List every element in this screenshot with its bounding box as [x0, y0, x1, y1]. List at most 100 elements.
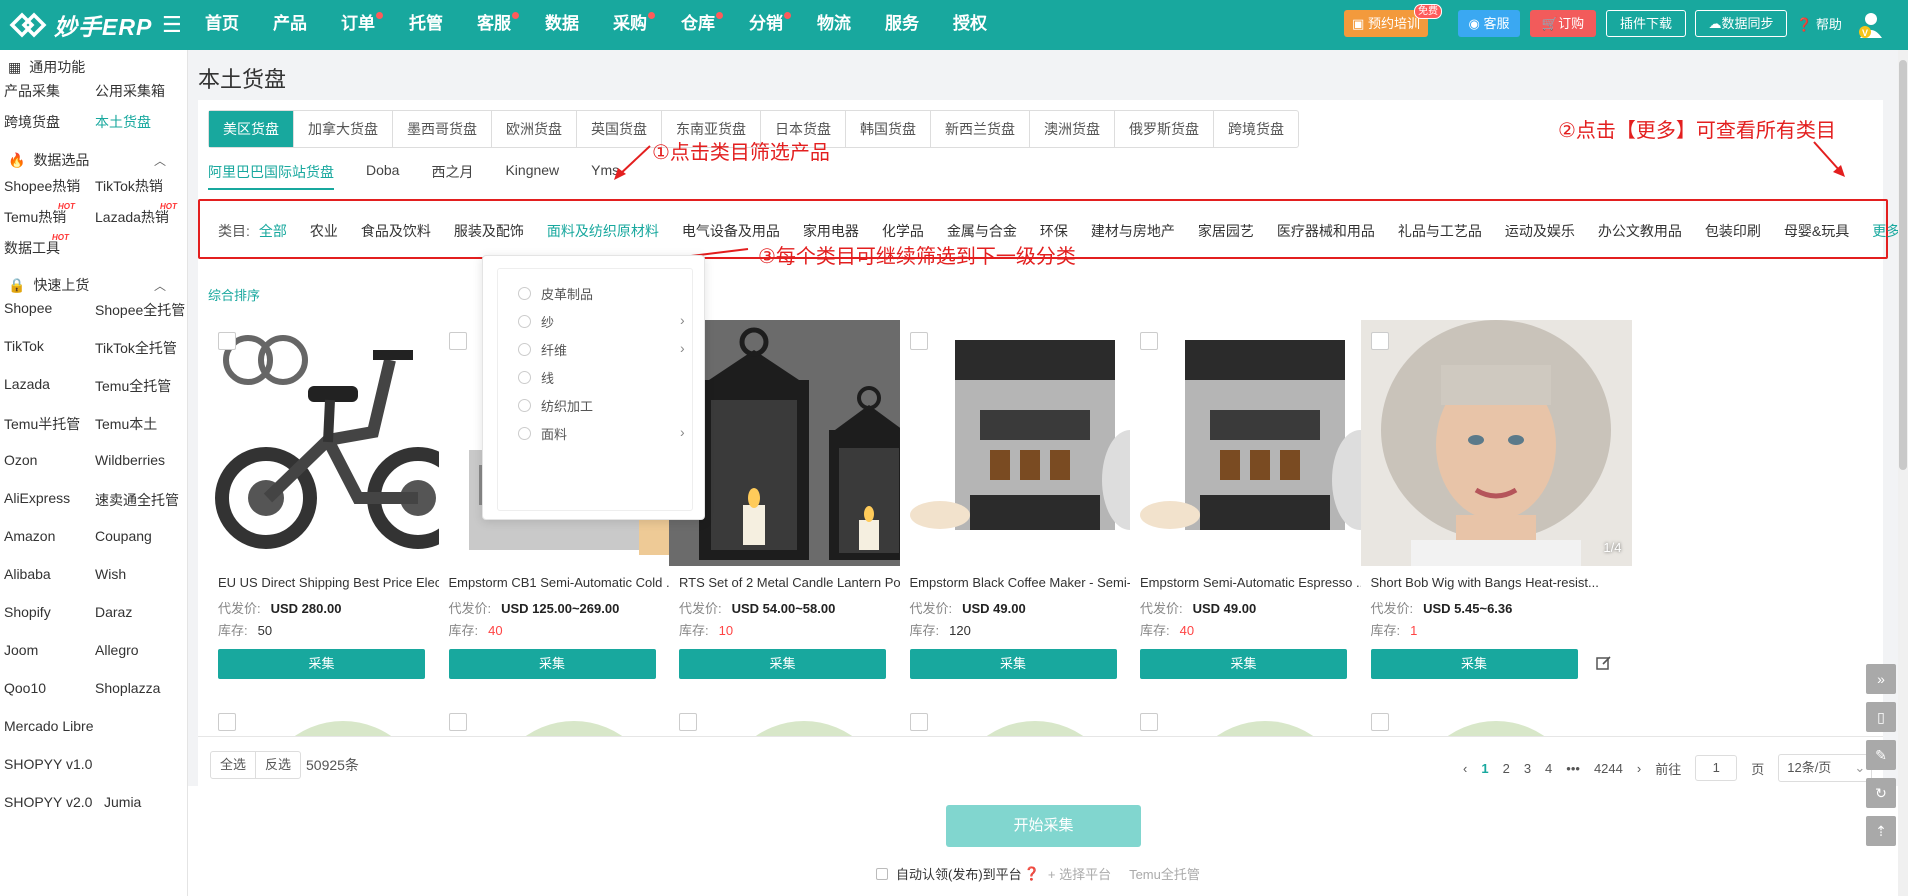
- sidebar-item[interactable]: Mercado Libre: [4, 718, 94, 734]
- sidebar-item[interactable]: Temu本土: [95, 414, 157, 434]
- page-scrollbar[interactable]: [1898, 50, 1908, 896]
- sidebar-item[interactable]: Shopee: [4, 300, 52, 316]
- nav-item[interactable]: 服务: [868, 0, 936, 50]
- sidebar-item[interactable]: Allegro: [95, 642, 139, 658]
- collect-button[interactable]: 采集: [448, 649, 656, 679]
- nav-item[interactable]: 首页: [188, 0, 256, 50]
- sidebar-item[interactable]: Amazon: [4, 528, 55, 544]
- refresh-icon[interactable]: ↻: [1866, 778, 1896, 808]
- invert-selection-button[interactable]: 反选: [256, 752, 300, 778]
- sidebar-item[interactable]: Alibaba: [4, 566, 51, 582]
- collect-button[interactable]: 采集: [909, 649, 1117, 679]
- sidebar-item[interactable]: Temu半托管: [4, 414, 80, 434]
- subcategory-option[interactable]: 皮革制品: [518, 283, 593, 303]
- sidebar-item[interactable]: Temu全托管: [95, 376, 171, 396]
- subcategory-option[interactable]: 纺织加工: [518, 395, 593, 415]
- select-checkbox[interactable]: [218, 332, 236, 350]
- page-number[interactable]: 2: [1503, 761, 1510, 776]
- sidebar-item[interactable]: 公用采集箱: [95, 81, 165, 101]
- data-sync-button[interactable]: ☁数据同步: [1695, 10, 1787, 37]
- sidebar-item[interactable]: Wildberries: [95, 452, 165, 468]
- page-number[interactable]: 4: [1545, 761, 1552, 776]
- select-checkbox[interactable]: [1140, 713, 1158, 731]
- sidebar-item[interactable]: Temu热销: [4, 207, 66, 227]
- select-checkbox[interactable]: [448, 332, 467, 350]
- sidebar-item[interactable]: Daraz: [95, 604, 132, 620]
- next-page-icon[interactable]: ›: [1637, 761, 1641, 776]
- sidebar-item[interactable]: Lazada热销: [95, 207, 169, 227]
- prev-page-icon[interactable]: ‹: [1463, 761, 1467, 776]
- collect-button[interactable]: 采集: [679, 649, 886, 679]
- product-image[interactable]: [1360, 320, 1632, 566]
- select-checkbox[interactable]: [448, 713, 467, 731]
- product-title[interactable]: Short Bob Wig with Bangs Heat-resist...: [1371, 575, 1621, 590]
- sidebar-item[interactable]: Ozon: [4, 452, 37, 468]
- select-checkbox[interactable]: [679, 713, 697, 731]
- page-number[interactable]: 3: [1524, 761, 1531, 776]
- nav-item[interactable]: 采购: [596, 0, 664, 50]
- sidebar-item[interactable]: TikTok: [4, 338, 44, 354]
- page-size-select[interactable]: 12条/页 ⌄: [1778, 754, 1873, 782]
- subcategory-option[interactable]: 纱: [518, 311, 554, 331]
- sidebar-item[interactable]: Shoplazza: [95, 680, 160, 696]
- order-button[interactable]: 🛒订购: [1530, 10, 1596, 37]
- back-to-top-icon[interactable]: ⇡: [1866, 816, 1896, 846]
- sidebar-item[interactable]: Wish: [95, 566, 126, 582]
- customer-service-button[interactable]: ◉ 客服: [1458, 10, 1520, 37]
- page-number[interactable]: 1: [1481, 761, 1488, 776]
- help-link[interactable]: ❓ 帮助: [1796, 14, 1842, 33]
- select-all-button[interactable]: 全选: [211, 752, 257, 778]
- select-checkbox[interactable]: [1370, 713, 1389, 731]
- sidebar-item[interactable]: SHOPYY v1.0: [4, 756, 92, 772]
- nav-item[interactable]: 托管: [392, 0, 460, 50]
- sort-comprehensive[interactable]: 综合排序: [208, 285, 260, 304]
- feedback-icon[interactable]: ✎: [1866, 740, 1896, 770]
- sidebar-item[interactable]: Qoo10: [4, 680, 46, 696]
- pagination-ellipsis[interactable]: •••: [1566, 761, 1580, 776]
- nav-item[interactable]: 客服: [460, 0, 528, 50]
- nav-item[interactable]: 产品: [256, 0, 324, 50]
- subcategory-option[interactable]: 面料: [518, 423, 567, 443]
- menu-toggle-icon[interactable]: ☰: [162, 12, 182, 38]
- select-checkbox[interactable]: [218, 713, 236, 731]
- chevron-right-icon[interactable]: ›: [680, 340, 685, 356]
- sidebar-item[interactable]: Coupang: [95, 528, 152, 544]
- sidebar-item[interactable]: SHOPYY v2.0: [4, 794, 92, 810]
- scrollbar-thumb[interactable]: [1899, 60, 1907, 470]
- sidebar-section-quick[interactable]: 🔒 快速上货: [8, 275, 89, 295]
- auto-claim-checkbox[interactable]: [876, 867, 888, 880]
- product-title[interactable]: Empstorm Semi-Automatic Espresso ...: [1140, 575, 1390, 590]
- collect-button[interactable]: 采集: [1370, 649, 1578, 679]
- nav-item[interactable]: 仓库: [664, 0, 732, 50]
- sidebar-item[interactable]: TikTok全托管: [95, 338, 177, 358]
- sidebar-item[interactable]: TikTok热销: [95, 176, 163, 196]
- nav-item[interactable]: 物流: [800, 0, 868, 50]
- choose-platform-button[interactable]: + 选择平台: [1048, 864, 1111, 883]
- select-checkbox[interactable]: [1140, 332, 1158, 350]
- collapse-caret-icon[interactable]: ︿: [154, 152, 166, 169]
- edit-icon[interactable]: [1595, 655, 1612, 671]
- nav-item[interactable]: 数据: [528, 0, 596, 50]
- sidebar-item[interactable]: Jumia: [104, 794, 141, 810]
- question-icon[interactable]: ❓: [1024, 866, 1040, 882]
- select-checkbox[interactable]: [1370, 332, 1389, 350]
- product-title[interactable]: Empstorm Black Coffee Maker - Semi-...: [910, 575, 1160, 590]
- product-title[interactable]: Empstorm CB1 Semi-Automatic Cold ...: [449, 575, 699, 590]
- collapse-caret-icon[interactable]: ︿: [154, 277, 166, 294]
- mobile-icon[interactable]: ▯: [1866, 702, 1896, 732]
- collapse-panel-icon[interactable]: »: [1866, 664, 1896, 694]
- collect-button[interactable]: 采集: [218, 649, 425, 679]
- sidebar-section-data[interactable]: 🔥 数据选品: [8, 150, 89, 170]
- plugin-download-button[interactable]: 插件下载: [1606, 10, 1686, 37]
- sidebar-section-common[interactable]: ▦ 通用功能: [8, 57, 85, 77]
- sidebar-item[interactable]: Lazada: [4, 376, 50, 392]
- product-title[interactable]: RTS Set of 2 Metal Candle Lantern Por...: [679, 575, 929, 590]
- collect-button[interactable]: 采集: [1140, 649, 1347, 679]
- select-checkbox[interactable]: [909, 713, 928, 731]
- nav-item[interactable]: 分销: [732, 0, 800, 50]
- logo[interactable]: 妙手ERP: [8, 8, 152, 42]
- sidebar-item[interactable]: Shopify: [4, 604, 51, 620]
- subcategory-option[interactable]: 纤维: [518, 339, 567, 359]
- nav-item[interactable]: 授权: [936, 0, 1004, 50]
- product-title[interactable]: EU US Direct Shipping Best Price Elect..…: [218, 575, 468, 590]
